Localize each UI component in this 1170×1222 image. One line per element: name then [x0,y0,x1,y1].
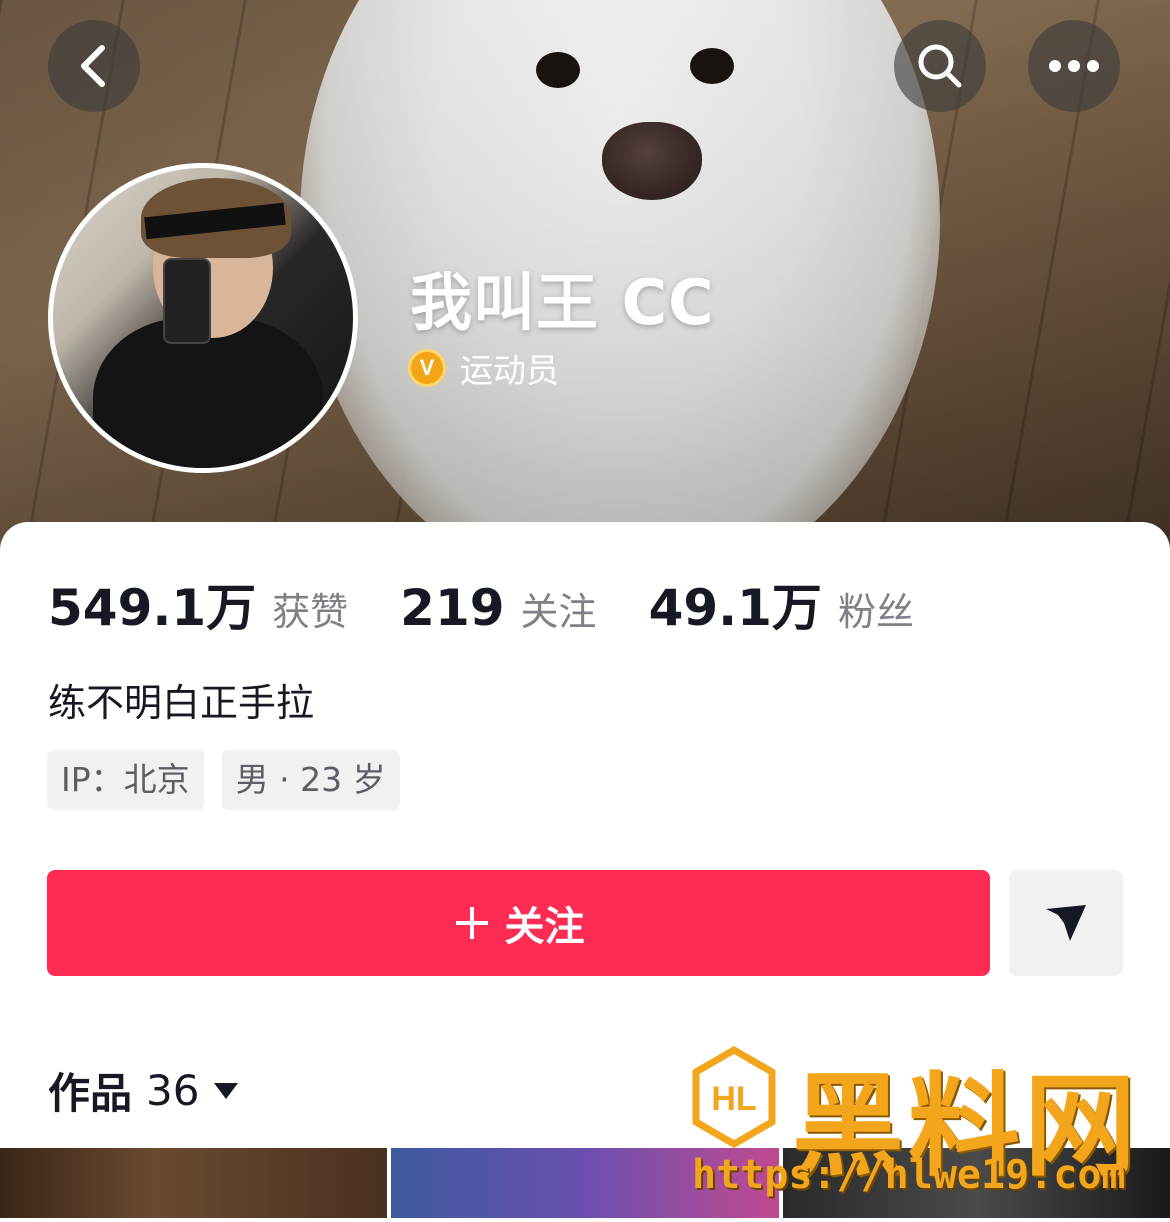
stat-likes[interactable]: 549.1万 获赞 [48,568,348,640]
search-icon [918,44,962,88]
works-count: 36 [146,1066,200,1115]
plus-icon [455,907,488,939]
verification-row: V 运动员 [408,344,559,392]
tag-ip-location: IP：北京 [47,750,204,810]
profile-tags: IP：北京 男 · 23 岁 [47,750,400,810]
verified-title: 运动员 [460,351,559,390]
more-dots-icon [1049,60,1099,72]
stat-likes-value: 549.1万 [48,579,257,637]
follow-button-label: 关注 [504,905,585,949]
chevron-left-icon [81,45,105,87]
avatar[interactable] [48,163,358,473]
watermark-url: https://hlwe19.com [692,1152,1126,1198]
search-button[interactable] [894,20,986,112]
avatar-phone [163,258,211,344]
profile-name: 我叫王 CC [410,266,715,339]
stat-followers-value: 49.1万 [648,579,822,637]
back-button[interactable] [48,20,140,112]
works-label: 作品 [48,1069,133,1118]
stat-followers-label: 粉丝 [837,590,914,634]
send-icon [1046,905,1086,941]
tag-gender-age: 男 · 23 岁 [221,750,400,810]
stat-following[interactable]: 219 关注 [400,579,596,637]
works-tab[interactable]: 作品 36 [48,1060,239,1121]
share-button[interactable] [1009,870,1123,976]
stat-following-value: 219 [400,579,505,637]
more-button[interactable] [1028,20,1120,112]
profile-bio: 练不明白正手拉 [48,681,315,725]
work-thumbnail[interactable] [0,1148,388,1218]
stats-row: 549.1万 获赞 219 关注 49.1万 粉丝 [48,568,966,640]
caret-down-icon [214,1082,239,1099]
watermark-logo-text: HL [711,1080,756,1118]
watermark-logo: HL [692,1046,776,1148]
verified-badge-icon: V [408,349,446,387]
stat-following-label: 关注 [520,590,597,634]
stat-followers[interactable]: 49.1万 粉丝 [649,568,914,640]
follow-button[interactable]: 关注 [47,870,990,976]
stat-likes-label: 获赞 [272,590,349,634]
watermark-hexagon-logo: HL [692,1046,776,1148]
